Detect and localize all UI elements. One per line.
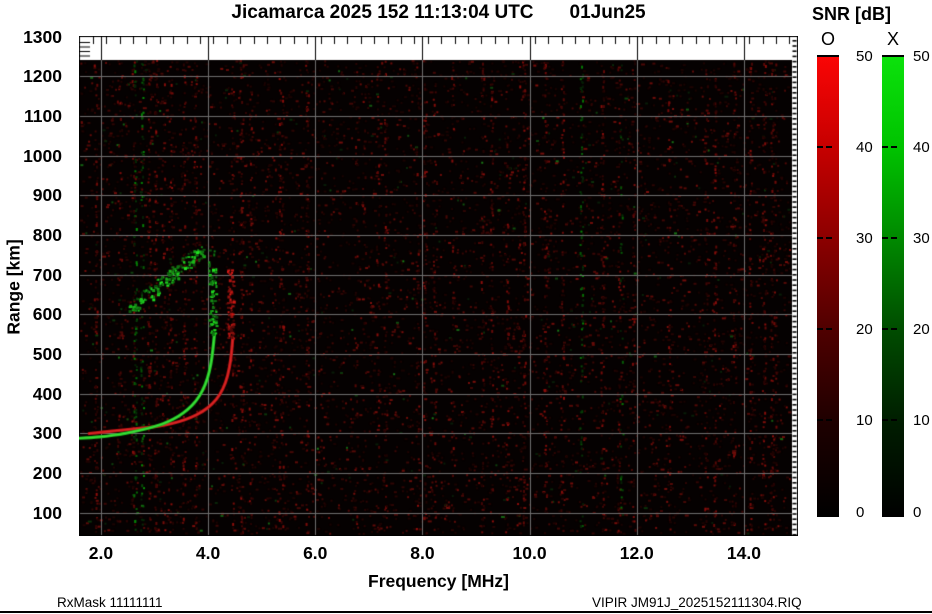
colorbar-tick-label: 30	[913, 230, 932, 247]
title-date: 01Jun25	[570, 2, 646, 24]
x-tick-label: 2.0	[69, 544, 133, 562]
colorbar-tick	[882, 237, 888, 239]
colorbar-tick	[826, 328, 832, 330]
x-tick-label: 14.0	[712, 544, 776, 562]
colorbar-tick	[882, 55, 904, 57]
colorbar-x	[882, 55, 904, 517]
ionogram-window: Jicamarca 2025 152 11:13:04 UTC 01Jun25 S…	[0, 0, 932, 614]
colorbar-tick	[817, 146, 823, 148]
x-tick-label: 4.0	[176, 544, 240, 562]
ionogram-canvas	[79, 36, 798, 536]
x-tick-label: 8.0	[390, 544, 454, 562]
colorbar-tick	[826, 419, 832, 421]
colorbar-o	[817, 55, 839, 517]
y-tick-label: 1000	[0, 147, 62, 165]
colorbar-title: SNR [dB]	[812, 4, 891, 25]
colorbar-tick-label: 10	[913, 412, 932, 429]
colorbar-tick-label: 0	[913, 504, 932, 521]
y-tick-label: 400	[0, 385, 62, 403]
colorbar-tick	[817, 419, 823, 421]
colorbar-mode-label: X	[882, 29, 904, 50]
colorbar-mode-label: O	[817, 29, 839, 50]
colorbar-tick	[891, 146, 897, 148]
file-id-text: VIPIR JM91J_2025152111304.RIQ	[592, 595, 802, 610]
bottom-divider	[0, 611, 932, 613]
colorbar-tick-label: 40	[913, 139, 932, 156]
colorbar-tick	[826, 146, 832, 148]
colorbar-tick-label: 20	[913, 321, 932, 338]
y-tick-label: 600	[0, 305, 62, 323]
page-title: Jicamarca 2025 152 11:13:04 UTC 01Jun25	[79, 2, 798, 24]
colorbar-tick	[882, 328, 888, 330]
colorbar-tick	[882, 419, 888, 421]
colorbar-tick	[891, 237, 897, 239]
colorbar-tick	[817, 55, 839, 57]
title-text: Jicamarca 2025 152 11:13:04 UTC	[231, 2, 533, 23]
y-tick-label: 700	[0, 266, 62, 284]
colorbar-tick	[817, 328, 823, 330]
y-tick-label: 500	[0, 345, 62, 363]
x-tick-label: 10.0	[498, 544, 562, 562]
y-tick-label: 800	[0, 226, 62, 244]
y-tick-label: 300	[0, 424, 62, 442]
y-tick-label: 1300	[0, 28, 62, 46]
y-tick-label: 1200	[0, 67, 62, 85]
colorbar-tick-label: 50	[913, 48, 932, 65]
colorbar-tick	[891, 328, 897, 330]
y-tick-label: 100	[0, 504, 62, 522]
x-axis-label: Frequency [MHz]	[79, 571, 798, 592]
colorbar-tick	[826, 237, 832, 239]
colorbar-tick	[817, 237, 823, 239]
y-tick-label: 200	[0, 464, 62, 482]
y-tick-label: 1100	[0, 107, 62, 125]
colorbar-tick	[891, 419, 897, 421]
x-tick-label: 6.0	[283, 544, 347, 562]
colorbar-tick	[882, 146, 888, 148]
y-tick-label: 900	[0, 186, 62, 204]
x-tick-label: 12.0	[605, 544, 669, 562]
rx-mask-text: RxMask 11111111	[57, 595, 163, 610]
